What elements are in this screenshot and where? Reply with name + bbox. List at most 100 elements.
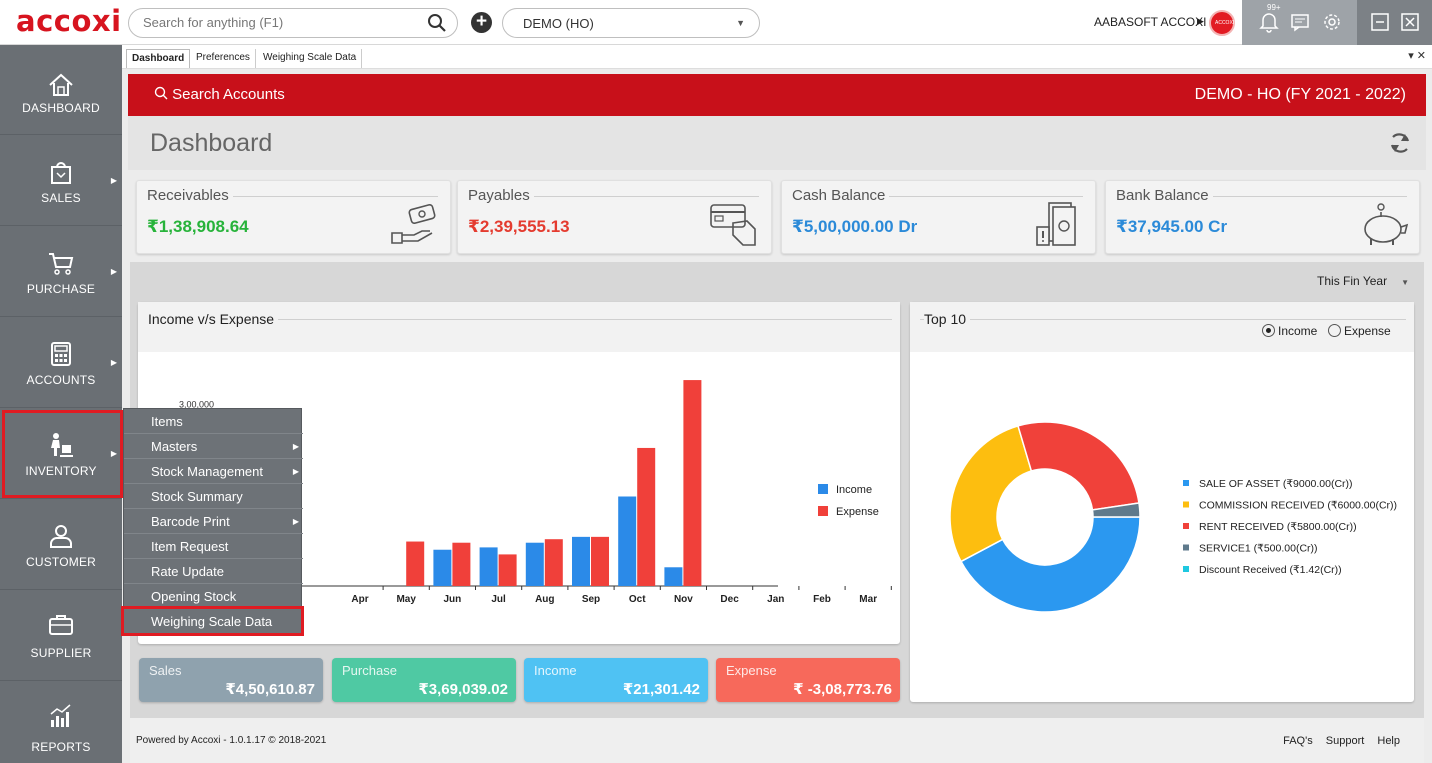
message-icon[interactable] (1289, 11, 1311, 33)
piggy-bank-icon (1364, 203, 1409, 245)
add-button[interactable]: + (471, 12, 492, 33)
sidebar-item-accounts[interactable]: ACCOUNTS ▶ (0, 318, 122, 408)
menu-item-rate-update[interactable]: Rate Update (124, 559, 303, 584)
avatar[interactable]: ACCOXI (1209, 10, 1235, 36)
expense-summary-label: Expense (726, 663, 777, 678)
bar-income-aug (525, 542, 544, 586)
tab-weighing-scale-data[interactable]: Weighing Scale Data (258, 49, 363, 68)
support-link[interactable]: Support (1326, 735, 1365, 747)
cash-balance-card[interactable]: Cash Balance ₹5,00,000.00 Dr (781, 180, 1096, 254)
purchase-summary-card[interactable]: Purchase ₹3,69,039.02 (332, 658, 516, 702)
hand-money-icon (391, 204, 436, 244)
purchase-summary-value: ₹3,69,039.02 (418, 681, 508, 698)
company-select[interactable]: DEMO (HO) ▼ (502, 8, 760, 38)
top-bar: accoxi Search for anything (F1) + DEMO (… (0, 0, 1432, 45)
sales-summary-value: ₹4,50,610.87 (225, 681, 315, 698)
receivables-card[interactable]: Receivables ₹1,38,908.64 (136, 180, 451, 254)
faq-link[interactable]: FAQ's (1283, 735, 1313, 747)
bank-balance-label: Bank Balance (1116, 187, 1213, 204)
sidebar-item-label: SALES (41, 191, 81, 205)
income-radio-label: Income (1278, 324, 1318, 338)
account-header: Search Accounts DEMO - HO (FY 2021 - 202… (128, 74, 1426, 116)
menu-item-items[interactable]: Items (124, 409, 303, 434)
legend-swatch (1183, 544, 1189, 551)
bar-expense-nov (683, 380, 702, 586)
sidebar-item-sales[interactable]: SALES ▶ (0, 136, 122, 226)
search-accounts-label: Search Accounts (172, 86, 285, 103)
sales-summary-card[interactable]: Sales ₹4,50,610.87 (139, 658, 323, 702)
x-tick-label: Oct (629, 594, 646, 605)
sidebar-item-reports[interactable]: REPORTS (0, 682, 122, 763)
menu-item-stock-management[interactable]: Stock Management ▶ (124, 459, 303, 484)
bar-expense-oct (637, 447, 656, 586)
sidebar-item-dashboard[interactable]: DASHBOARD (0, 45, 122, 135)
expense-summary-card[interactable]: Expense ₹ -3,08,773.76 (716, 658, 900, 702)
weighing-scale-highlight (121, 606, 304, 636)
legend-label: Discount Received (₹1.42(Cr)) (1199, 564, 1342, 576)
top10-donut-chart: SALE OF ASSET (₹9000.00(Cr)) COMMISSION R… (949, 421, 1397, 613)
legend-swatch (1183, 523, 1189, 529)
income-expense-title: Income v/s Expense (148, 311, 279, 327)
search-accounts-button[interactable]: Search Accounts (154, 86, 285, 103)
sidebar-item-supplier[interactable]: SUPPLIER (0, 591, 122, 681)
top10-title: Top 10 (924, 311, 971, 327)
period-select[interactable]: This Fin Year ▼ (1317, 274, 1409, 288)
income-radio[interactable]: Income (1262, 324, 1317, 338)
minimize-icon[interactable] (1369, 11, 1391, 33)
user-menu[interactable]: AABASOFT ACCOXI (1094, 15, 1206, 29)
help-link[interactable]: Help (1377, 735, 1400, 747)
chevron-down-icon: ▼ (1401, 278, 1409, 287)
gear-icon[interactable] (1321, 11, 1343, 33)
caret-right-icon[interactable]: ▶ (1197, 16, 1204, 27)
sidebar-item-label: ACCOUNTS (26, 373, 96, 387)
legend-label: Income (836, 484, 872, 496)
bank-balance-card[interactable]: Bank Balance ₹37,945.00 Cr (1105, 180, 1420, 254)
avatar-text: ACCOXI (1215, 20, 1235, 26)
menu-item-stock-summary[interactable]: Stock Summary (124, 484, 303, 509)
caret-right-icon: ▶ (110, 358, 117, 367)
income-summary-card[interactable]: Income ₹21,301.42 (524, 658, 708, 702)
powered-by-text: Powered by Accoxi - 1.0.1.17 © 2018-2021 (136, 735, 327, 746)
accoxi-logo[interactable]: accoxi (16, 4, 122, 38)
close-icon[interactable] (1399, 11, 1421, 33)
refresh-icon[interactable] (1386, 129, 1414, 157)
bank-balance-amount: ₹37,945.00 Cr (1116, 217, 1228, 236)
page-title: Dashboard (150, 129, 273, 157)
bar-income-sep (572, 536, 590, 586)
x-tick-label: Jun (444, 594, 462, 605)
x-tick-label: Dec (720, 594, 739, 605)
card-header: Top 10 Income Expense (910, 302, 1414, 352)
card-header: Income v/s Expense (138, 302, 900, 352)
purchase-summary-label: Purchase (342, 663, 397, 678)
search-icon[interactable] (427, 13, 447, 33)
tab-preferences[interactable]: Preferences (191, 49, 256, 68)
sidebar-item-customer[interactable]: CUSTOMER (0, 500, 122, 590)
report-chart-icon (50, 704, 71, 727)
shopping-bag-icon (51, 162, 71, 184)
briefcase-icon (49, 615, 73, 635)
global-search-input[interactable]: Search for anything (F1) (128, 8, 458, 38)
cash-balance-amount: ₹5,00,000.00 Dr (792, 217, 918, 236)
tab-dashboard[interactable]: Dashboard (126, 49, 191, 68)
payables-label: Payables (468, 187, 534, 204)
caret-right-icon: ▶ (292, 517, 299, 526)
legend-swatch (1183, 501, 1189, 508)
company-select-value: DEMO (HO) (523, 16, 594, 31)
radio-unselected (1328, 324, 1341, 337)
bar-expense-aug (544, 539, 563, 586)
payables-card[interactable]: Payables ₹2,39,555.13 (457, 180, 772, 254)
x-tick-label: Jan (767, 594, 784, 605)
sales-summary-label: Sales (149, 663, 182, 678)
receivables-label: Receivables (147, 187, 233, 204)
sidebar-item-purchase[interactable]: PURCHASE ▶ (0, 227, 122, 317)
bell-icon[interactable] (1258, 11, 1280, 33)
sidebar: DASHBOARD SALES ▶ PURCHASE ▶ ACCOUNTS ▶ … (0, 45, 122, 763)
inventory-highlight (2, 410, 123, 498)
tab-controls[interactable]: ▾ ✕ (1408, 49, 1426, 62)
expense-radio[interactable]: Expense (1328, 324, 1391, 338)
menu-item-barcode-print[interactable]: Barcode Print ▶ (124, 509, 303, 534)
menu-item-item-request[interactable]: Item Request (124, 534, 303, 559)
x-tick-label: May (396, 594, 416, 605)
menu-item-masters[interactable]: Masters ▶ (124, 434, 303, 459)
sidebar-item-label: DASHBOARD (22, 101, 100, 115)
